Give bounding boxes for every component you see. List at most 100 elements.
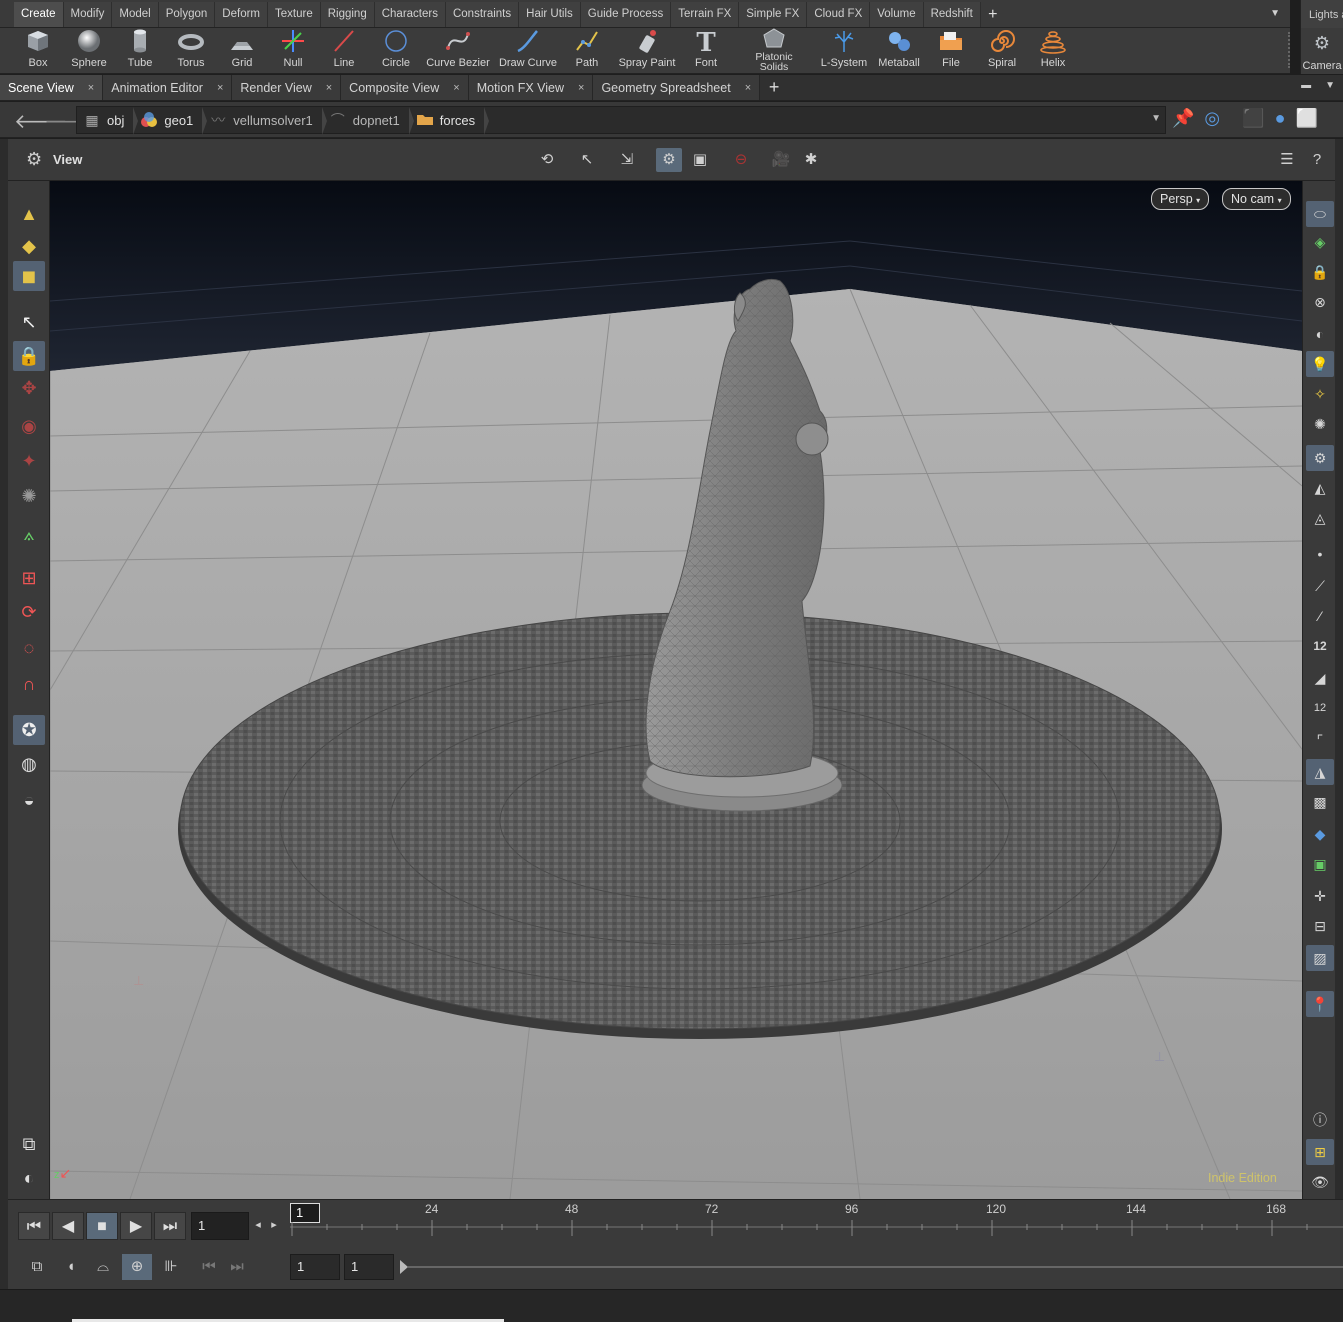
shelf-tab-volume[interactable]: Volume	[870, 2, 924, 27]
record-icon[interactable]: ⊖	[728, 148, 754, 172]
headlight-icon[interactable]: 💡	[1306, 351, 1334, 377]
add-shelf-tab-button[interactable]: +	[981, 2, 1005, 27]
shadows-icon[interactable]: ⚙	[1306, 445, 1334, 471]
camera-dropdown[interactable]: No cam ▾	[1222, 188, 1291, 210]
normal-display-icon[interactable]: ⟋	[1306, 573, 1334, 599]
global-animation-icon[interactable]: ⊕	[122, 1254, 152, 1280]
draw-curve-tool[interactable]: Draw Curve	[499, 28, 557, 74]
shelf-tab-rigging[interactable]: Rigging	[320, 2, 375, 27]
select-primitives-icon[interactable]: ◼	[13, 261, 45, 291]
range-slider-handle[interactable]	[400, 1260, 408, 1274]
vertex-normal-icon[interactable]: ⁄	[1306, 603, 1334, 629]
shelf-tab-simple-fx[interactable]: Simple FX	[739, 2, 808, 27]
camera-settings-icon[interactable]: ◬	[1306, 505, 1334, 531]
jump-start-icon[interactable]: ⏮	[18, 1212, 50, 1240]
tumble-icon[interactable]: ⟲	[534, 148, 560, 172]
close-icon[interactable]: ×	[88, 82, 94, 94]
path-tool[interactable]: Path	[561, 28, 613, 74]
handle-tool-icon[interactable]: ⟑	[13, 519, 45, 549]
ruler-icon[interactable]: ⊪	[156, 1254, 186, 1280]
breadcrumb-obj[interactable]: ▦ obj	[77, 107, 139, 135]
play-forward-icon[interactable]: ▶	[120, 1212, 152, 1240]
breadcrumb-geo1[interactable]: geo1	[134, 107, 208, 135]
scene-icon[interactable]: ⬛	[1242, 108, 1264, 129]
pin-icon[interactable]: 📌	[1172, 108, 1194, 129]
select-points-icon[interactable]: ▲	[13, 199, 45, 229]
shading-icon[interactable]: ●	[1275, 108, 1286, 129]
high-quality-lighting-icon[interactable]: ✺	[1306, 411, 1334, 437]
prim-normal-icon[interactable]: ◢	[1306, 665, 1334, 691]
3d-viewport[interactable]: ⟂ ⟂ Persp ▾ No cam ▾ Indie Edition z↙	[50, 181, 1302, 1199]
persp-dropdown[interactable]: Persp ▾	[1151, 188, 1210, 210]
close-icon[interactable]: ×	[745, 82, 751, 94]
shelf-tab-texture[interactable]: Texture	[268, 2, 321, 27]
sim-icon[interactable]: ⧉	[22, 1254, 52, 1280]
shelf-tab-cloud-fx[interactable]: Cloud FX	[807, 2, 871, 27]
display-geometry-icon[interactable]: ⬭	[1306, 201, 1334, 227]
tab-animation-editor[interactable]: Animation Editor ×	[103, 75, 233, 100]
tab-motion-fx-view[interactable]: Motion FX View ×	[468, 75, 594, 100]
tab-composite-view[interactable]: Composite View ×	[341, 75, 469, 100]
range-start-icon[interactable]: ⏮	[194, 1254, 224, 1280]
shelf-tab-create[interactable]: Create	[14, 2, 64, 27]
tab-scene-view[interactable]: Scene View ×	[0, 75, 104, 100]
shelf-tab-characters[interactable]: Characters	[374, 2, 446, 27]
shelf-tab-polygon[interactable]: Polygon	[158, 2, 216, 27]
shading-mode-icon[interactable]: ◐	[1306, 321, 1334, 347]
helix-tool[interactable]: Helix	[1027, 28, 1079, 74]
shelf-tab-modify[interactable]: Modify	[63, 2, 113, 27]
shelf-tab-deform[interactable]: Deform	[215, 2, 268, 27]
display-icon[interactable]: ⬜	[1295, 108, 1317, 129]
lock-select-icon[interactable]: 🔒	[13, 341, 45, 371]
curve-bezier-tool[interactable]: Curve Bezier	[426, 28, 490, 74]
shelf-tab-lights[interactable]: Lights a	[1300, 0, 1343, 28]
visibility-icon[interactable]: 👁	[1306, 1169, 1334, 1195]
shelf-tab-redshift[interactable]: Redshift	[923, 2, 981, 27]
range-start-field[interactable]: 1	[290, 1254, 340, 1280]
shelf-splitter-handle[interactable]	[1288, 32, 1296, 68]
select-edges-icon[interactable]: ◆	[13, 231, 45, 261]
jump-end-icon[interactable]: ⏭	[154, 1212, 186, 1240]
light-tool-icon[interactable]: ◒	[13, 785, 45, 815]
range-end-field[interactable]: 1	[344, 1254, 394, 1280]
tab-geometry-spreadsheet[interactable]: Geometry Spreadsheet ×	[593, 75, 761, 100]
layers-icon[interactable]: ⧉	[13, 1129, 45, 1159]
checker-icon[interactable]: ▩	[1306, 789, 1334, 815]
backface-icon[interactable]: ◮	[1306, 759, 1334, 785]
breadcrumb-dropdown-icon[interactable]: ▼	[1151, 113, 1161, 124]
display-options-icon[interactable]: ☰	[1274, 148, 1300, 172]
shelf-settings-icon[interactable]: ◐	[13, 1163, 45, 1193]
render-settings-icon[interactable]: ✱	[798, 148, 824, 172]
snap-point-icon[interactable]: ◌	[13, 633, 45, 663]
close-icon[interactable]: ×	[217, 82, 223, 94]
layout-quad-icon[interactable]: ⊞	[1306, 1139, 1334, 1165]
breadcrumb-forces[interactable]: forces	[410, 107, 490, 135]
snap-icon[interactable]: ⇲	[614, 148, 640, 172]
screenshot-icon[interactable]: ▣	[687, 148, 713, 172]
uv-display-icon[interactable]: ⌜	[1306, 727, 1334, 753]
realtime-icon[interactable]: ⌓	[88, 1254, 118, 1280]
scale-tool-icon[interactable]: ✦	[13, 446, 45, 476]
range-slider-track[interactable]	[408, 1266, 1343, 1268]
timeline[interactable]: 1 24 48 72 96 120 144 168	[290, 1200, 1343, 1246]
shelf-menu-button[interactable]: ▼	[1270, 8, 1280, 19]
view-menu-icon[interactable]: ⚙	[26, 149, 42, 170]
platonic-solids-tool[interactable]: Platonic Solids	[748, 28, 800, 74]
font-tool[interactable]: T Font	[680, 28, 732, 74]
template-icon[interactable]: ◈	[1306, 229, 1334, 255]
close-icon[interactable]: ×	[578, 82, 584, 94]
guide-icon[interactable]: ◆	[1306, 821, 1334, 847]
move-tool-icon[interactable]: ✥	[13, 373, 45, 403]
circle-tool[interactable]: Circle	[370, 28, 422, 74]
maximize-pane-icon[interactable]: ▬	[1301, 80, 1311, 91]
add-pane-tab-button[interactable]: +	[760, 75, 788, 100]
pane-menu-icon[interactable]: ▼	[1325, 80, 1335, 91]
point-display-icon[interactable]: •	[1306, 541, 1334, 567]
shelf-tab-terrain-fx[interactable]: Terrain FX	[671, 2, 740, 27]
snap-grid-icon[interactable]: ⊞	[13, 563, 45, 593]
link-icon[interactable]: ◎	[1204, 108, 1220, 129]
location-pin-icon[interactable]: 📍	[1306, 991, 1334, 1017]
step-back-icon[interactable]: ◂	[250, 1212, 266, 1238]
current-frame-field[interactable]: 1	[191, 1212, 249, 1240]
spray-paint-tool[interactable]: Spray Paint	[619, 28, 675, 74]
